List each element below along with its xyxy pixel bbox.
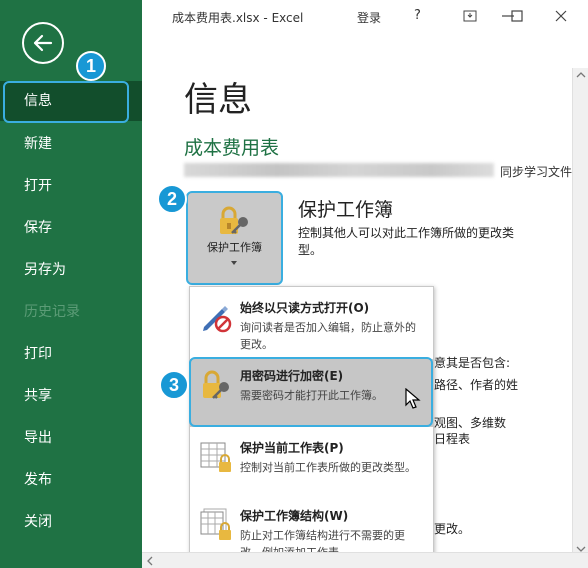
close-icon [555, 10, 567, 22]
sidebar-item-share[interactable]: 共享 [0, 376, 142, 416]
sidebar-item-history: 历史记录 [24, 304, 80, 320]
protect-workbook-menu: 始终以只读方式打开(O) 询问读者是否加入编辑，防止意外的更改。 用密码进行加密… [189, 286, 434, 568]
sidebar-item-save[interactable]: 保存 [0, 208, 142, 248]
back-button[interactable] [22, 22, 64, 64]
sidebar-item-print[interactable]: 打印 [0, 334, 142, 374]
workbook-lock-icon [200, 508, 231, 540]
maximize-icon [511, 10, 523, 22]
callout-step-1: 1 [76, 51, 106, 81]
help-button[interactable]: ? [414, 8, 421, 23]
ribbon-display-icon [463, 10, 477, 22]
window-title: 成本费用表.xlsx - Excel [172, 11, 304, 25]
inspect-text-fragment-2: 路径、作者的姓 [434, 378, 519, 392]
horizontal-scrollbar[interactable] [142, 552, 588, 568]
menu-item-protect-structure-title: 保护工作簿结构(W) [240, 509, 349, 523]
pencil-no-icon [203, 306, 232, 333]
info-highlight-frame [3, 81, 129, 123]
menu-item-read-only[interactable]: 始终以只读方式打开(O) 询问读者是否加入编辑，防止意外的更改。 [190, 291, 433, 359]
file-path-blurred [184, 163, 494, 177]
menu-item-read-only-title: 始终以只读方式打开(O) [240, 301, 370, 315]
inspect-text-fragment-5: 更改。 [434, 522, 471, 536]
sidebar-item-export[interactable]: 导出 [0, 418, 142, 458]
callout-step-3: 3 [159, 370, 189, 400]
menu-item-protect-sheet-title: 保护当前工作表(P) [240, 441, 344, 455]
inspect-text-fragment-1: 意其是否包含: [434, 356, 511, 370]
restore-ribbon-button[interactable] [460, 6, 480, 26]
mouse-pointer-icon [405, 388, 421, 409]
vertical-scrollbar[interactable] [572, 68, 588, 556]
protect-section-description: 控制其他人可以对此工作簿所做的更改类型。 [298, 226, 515, 257]
sidebar-item-save-as[interactable]: 另存为 [0, 250, 142, 290]
menu-item-protect-sheet[interactable]: 保护当前工作表(P) 控制对当前工作表所做的更改类型。 [190, 431, 433, 499]
file-location-text: 同步学习文件 [500, 165, 573, 179]
maximize-window-button[interactable] [507, 6, 527, 26]
scroll-left-arrow-icon [147, 556, 153, 566]
encrypt-highlight-frame [189, 357, 433, 427]
protect-highlight-frame [186, 191, 283, 285]
sidebar-item-open[interactable]: 打开 [0, 166, 142, 206]
scroll-up-arrow-icon [576, 72, 586, 78]
file-name: 成本费用表 [184, 137, 280, 159]
back-arrow-icon [33, 34, 53, 52]
sidebar-item-close[interactable]: 关闭 [0, 502, 142, 542]
page-title: 信息 [184, 80, 252, 120]
sidebar-item-publish[interactable]: 发布 [0, 460, 142, 500]
inspect-text-fragment-3: 观图、多维数 [434, 416, 507, 430]
close-window-button[interactable] [551, 6, 571, 26]
callout-step-2: 2 [157, 184, 187, 214]
sidebar-item-new[interactable]: 新建 [0, 124, 142, 164]
menu-item-read-only-desc: 询问读者是否加入编辑，防止意外的更改。 [240, 321, 416, 351]
login-link[interactable]: 登录 [357, 9, 381, 26]
inspect-text-fragment-4: 日程表 [434, 432, 471, 446]
protect-section-heading: 保护工作簿 [298, 199, 394, 221]
menu-item-protect-sheet-desc: 控制对当前工作表所做的更改类型。 [240, 461, 416, 474]
sheet-lock-icon [200, 442, 231, 472]
